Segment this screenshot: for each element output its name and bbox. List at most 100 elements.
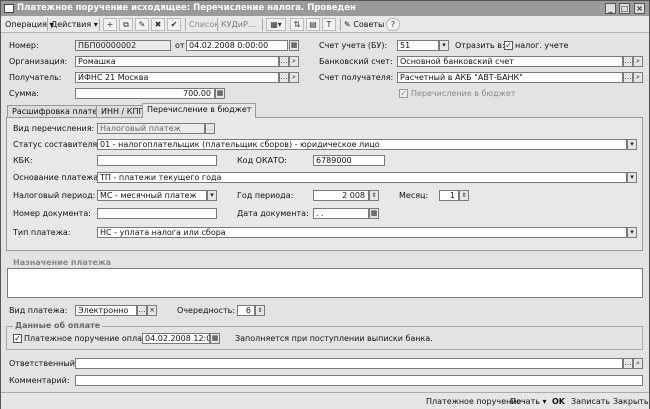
number-field[interactable]: ПБП00000002 xyxy=(75,40,171,51)
kind-label: Вид перечисления: xyxy=(13,124,95,133)
order-field[interactable]: 6 xyxy=(237,305,255,316)
kbk-field[interactable] xyxy=(97,155,217,166)
payment-kind-clear-icon[interactable]: × xyxy=(147,305,157,316)
account-label: Счет учета (БУ): xyxy=(319,41,388,50)
edit-icon[interactable]: ✎ xyxy=(135,18,149,31)
recip-acc-search-icon[interactable]: ⌕ xyxy=(633,72,643,83)
kudir-button[interactable]: КУДиР... xyxy=(221,18,255,31)
pay-type-dropdown-icon[interactable]: ▾ xyxy=(627,227,637,238)
recipient-field[interactable]: ИФНС 21 Москва xyxy=(75,72,279,83)
date-label: от xyxy=(175,41,185,50)
purpose-textarea[interactable] xyxy=(7,268,643,298)
minimize-button[interactable]: _ xyxy=(605,3,616,14)
number-label: Номер: xyxy=(9,41,39,50)
purpose-header: Назначение платежа xyxy=(13,258,112,267)
doc-date-field[interactable]: . . xyxy=(313,208,369,219)
tab-budget-transfer[interactable]: Перечисление в бюджет xyxy=(142,103,257,118)
print-menu-button[interactable]: Печать ▾ xyxy=(510,396,547,407)
order-spinner[interactable]: ⇕ xyxy=(255,305,265,316)
document-icon xyxy=(4,4,14,13)
resp-select-button[interactable]: … xyxy=(623,358,633,369)
add-icon[interactable]: + xyxy=(103,18,117,31)
pay-type-label: Тип платежа: xyxy=(13,228,71,237)
bank-select-button[interactable]: … xyxy=(623,56,633,67)
close-window-button[interactable]: × xyxy=(634,3,645,14)
save-button[interactable]: Записать xyxy=(571,396,610,407)
budget-transfer-checkbox[interactable]: ✓ xyxy=(399,89,408,98)
payment-kind-field[interactable]: Электронно xyxy=(75,305,137,316)
doc-number-label: Номер документа: xyxy=(13,209,91,218)
recip-acc-select-button[interactable]: … xyxy=(623,72,633,83)
basis-field[interactable]: ТП - платежи текущего года xyxy=(97,172,627,183)
recipient-select-button[interactable]: … xyxy=(279,72,289,83)
budget-transfer-label: Перечисление в бюджет xyxy=(411,89,516,98)
responsible-field[interactable] xyxy=(75,358,623,369)
status-dropdown-icon[interactable]: ▾ xyxy=(627,139,637,150)
kind-select-button[interactable]: … xyxy=(205,123,215,134)
okato-label: Код ОКАТО: xyxy=(237,156,287,165)
calculator-icon[interactable]: ▦ xyxy=(215,88,225,99)
paid-date-calendar-icon[interactable]: ▦ xyxy=(210,333,220,344)
okato-field[interactable]: 6789000 xyxy=(313,155,385,166)
payment-order-print-button[interactable]: Платежное поручение xyxy=(426,396,521,407)
month-label: Месяц: xyxy=(399,191,429,200)
recipient-search-icon[interactable]: ⌕ xyxy=(289,72,299,83)
year-spinner[interactable]: ⇕ xyxy=(369,190,379,201)
list-button[interactable]: Список xyxy=(189,18,219,31)
status-field[interactable]: 01 - налогоплательщик (плательщик сборов… xyxy=(97,139,627,150)
sum-label: Сумма: xyxy=(9,89,39,98)
calendar-icon[interactable]: ▦ xyxy=(289,40,299,51)
year-label: Год периода: xyxy=(237,191,294,200)
account-field[interactable]: 51 xyxy=(397,40,439,51)
ok-button[interactable]: OK xyxy=(552,396,565,407)
paid-group-label: Данные об оплате xyxy=(13,321,103,330)
period-field[interactable]: МС - месячный платеж xyxy=(97,190,207,201)
doc-date-label: Дата документа: xyxy=(237,209,309,218)
bank-account-field[interactable]: Основной банковский счет xyxy=(397,56,623,67)
paid-date-field[interactable]: 04.02.2008 12:00:01 xyxy=(142,333,210,344)
basis-label: Основание платежа: xyxy=(13,173,101,182)
structure-icon[interactable]: ▦▾ xyxy=(266,18,286,31)
tax-accounting-checkbox[interactable]: ✓ xyxy=(504,41,513,50)
paid-checkbox[interactable]: ✓ xyxy=(13,334,22,343)
maximize-button[interactable]: □ xyxy=(619,3,630,14)
bank-account-label: Банковский счет: xyxy=(319,57,393,66)
organization-field[interactable]: Ромашка xyxy=(75,56,279,67)
actions-menu[interactable]: Действия ▾ xyxy=(51,18,98,31)
paid-note: Заполняется при поступлении выписки банк… xyxy=(235,334,433,343)
responsible-label: Ответственный: xyxy=(9,359,78,368)
delete-icon[interactable]: ✖ xyxy=(151,18,165,31)
status-label: Статус составителя: xyxy=(13,140,100,149)
org-search-icon[interactable]: ⌕ xyxy=(289,56,299,67)
advice-button[interactable]: ✎ Советы xyxy=(344,18,384,31)
doc-date-calendar-icon[interactable]: ▦ xyxy=(369,208,379,219)
basis-dropdown-icon[interactable]: ▾ xyxy=(627,172,637,183)
payment-kind-select-button[interactable]: … xyxy=(137,305,147,316)
post-icon[interactable]: ✔ xyxy=(167,18,181,31)
organization-label: Организация: xyxy=(9,57,68,66)
copy-icon[interactable]: ⧉ xyxy=(119,18,133,31)
resp-search-icon[interactable]: ⌕ xyxy=(633,358,643,369)
journal-icon[interactable]: ▤ xyxy=(306,18,320,31)
kbk-label: КБК: xyxy=(13,156,33,165)
comment-field[interactable] xyxy=(75,375,643,386)
recipient-account-field[interactable]: Расчетный в АКБ "АВТ-БАНК" xyxy=(397,72,623,83)
month-field[interactable]: 1 xyxy=(439,190,459,201)
bank-search-icon[interactable]: ⌕ xyxy=(633,56,643,67)
org-select-button[interactable]: … xyxy=(279,56,289,67)
help-icon[interactable]: ? xyxy=(386,18,400,31)
month-spinner[interactable]: ⇕ xyxy=(459,190,469,201)
movements-icon[interactable]: ⇅ xyxy=(290,18,304,31)
tt-icon[interactable]: T xyxy=(322,18,336,31)
account-dropdown-icon[interactable]: ▾ xyxy=(439,40,449,51)
close-button[interactable]: Закрыть xyxy=(613,396,649,407)
year-field[interactable]: 2 008 xyxy=(313,190,369,201)
sum-field[interactable]: 700.00 xyxy=(75,88,215,99)
date-field[interactable]: 04.02.2008 0:00:00 xyxy=(186,40,288,51)
toolbar: Операция ▾ Действия ▾ + ⧉ ✎ ✖ ✔ Список К… xyxy=(1,16,649,33)
period-dropdown-icon[interactable]: ▾ xyxy=(207,190,217,201)
doc-number-field[interactable] xyxy=(97,208,217,219)
tax-accounting-label: налог. учете xyxy=(515,41,569,50)
kind-field[interactable]: Налоговый платеж xyxy=(97,123,205,134)
pay-type-field[interactable]: НС - уплата налога или сбора xyxy=(97,227,627,238)
